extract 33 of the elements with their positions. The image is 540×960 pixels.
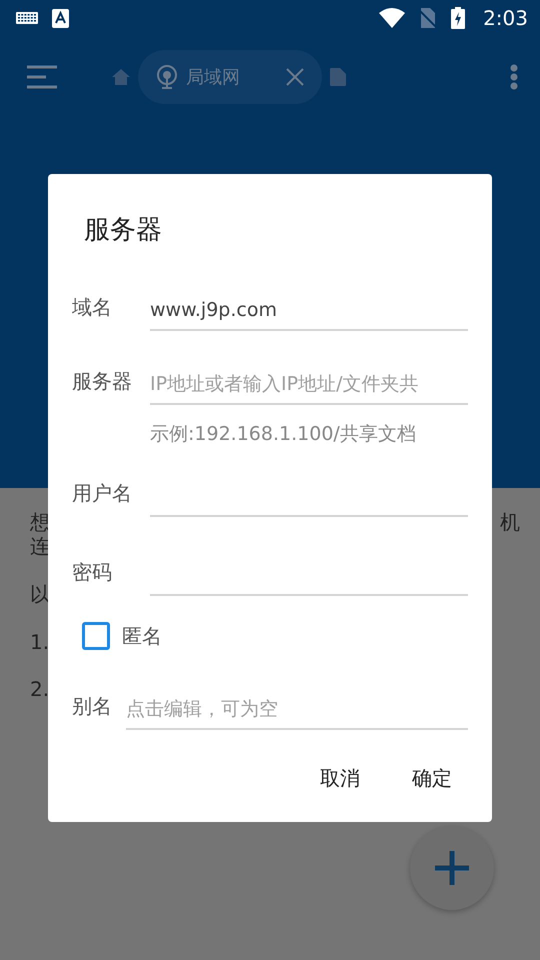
checkbox[interactable] [82,622,110,650]
close-icon[interactable] [286,68,304,86]
body-text: 机 [500,510,520,534]
dialog-title: 服务器 [84,214,163,247]
dialog-button[interactable]: 确定 [404,757,460,800]
body-text: 连 [30,534,50,558]
antenna-icon [156,65,178,89]
hint-text: 示例:192.168.1.100/共享文档 [150,422,417,447]
field-label: 服务器 [72,368,133,395]
text-box-icon [52,8,69,28]
checkbox-label: 匿名 [122,622,162,650]
plus-icon [435,851,469,885]
body-text: 1. [30,630,50,654]
file-icon[interactable] [330,68,346,86]
clock-time: 2:03 [483,6,528,30]
body-text: 以 [30,582,50,606]
more-icon[interactable] [510,64,518,90]
menu-icon[interactable] [26,65,58,89]
input-field[interactable]: 点击编辑，可为空 [126,698,468,730]
body-text: 想 [30,510,50,534]
field-label: 密码 [72,559,113,586]
dialog-button[interactable]: 取消 [312,757,368,800]
wifi-icon [379,8,406,28]
no-sim-icon [419,8,438,28]
home-icon[interactable] [112,69,130,85]
keyboard-icon [16,12,38,24]
field-label: 域名 [72,294,113,321]
body-text: 2. [30,677,50,701]
battery-charging-icon [451,7,466,29]
input-field[interactable]: IP地址或者输入IP地址/文件夹共 [150,373,468,405]
field-label: 别名 [72,693,113,720]
field-label: 用户名 [72,480,133,507]
input-field[interactable]: www.j9p.com [150,299,468,331]
